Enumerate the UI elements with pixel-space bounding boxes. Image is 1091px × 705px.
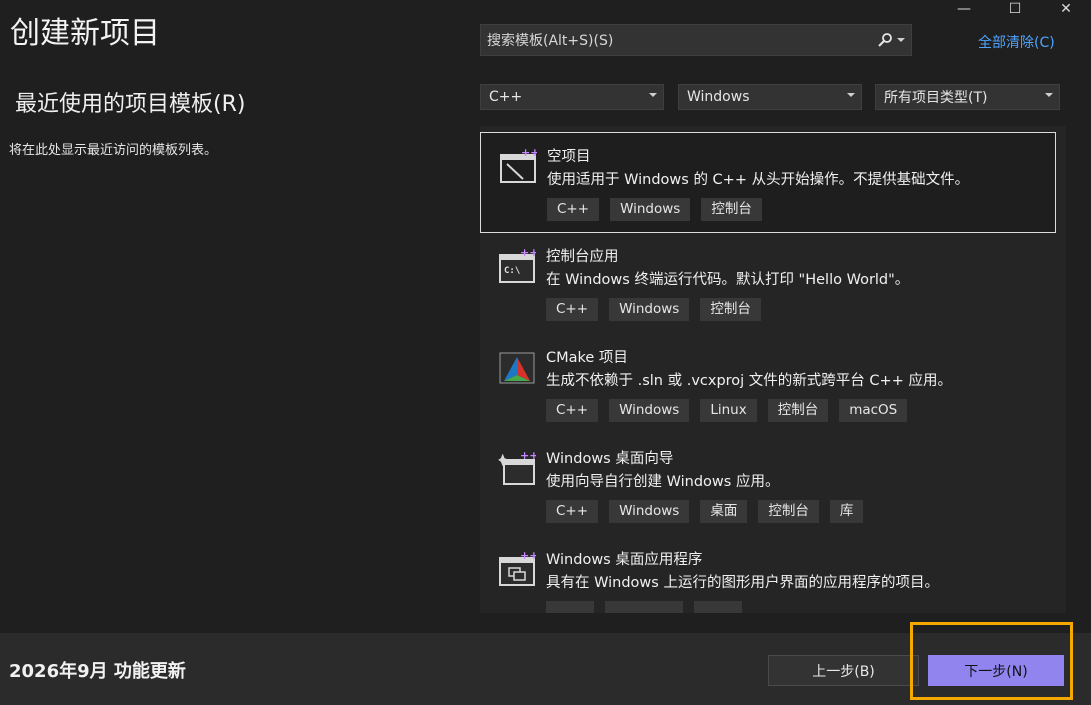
console-app-icon: C:\ ++ — [499, 248, 536, 283]
template-item-empty-project[interactable]: ++ 空项目 使用适用于 Windows 的 C++ 从头开始操作。不提供基础文… — [480, 132, 1056, 233]
template-item-desktop-wizard[interactable]: ++ Windows 桌面向导 使用向导自行创建 Windows 应用。 C++… — [480, 435, 1056, 536]
template-description: 生成不依赖于 .sln 或 .vcxproj 文件的新式跨平台 C++ 应用。 — [546, 373, 952, 389]
clear-all-link[interactable]: 全部清除(C) — [978, 32, 1055, 52]
tag-placeholder — [546, 601, 594, 613]
platform-filter-value: Windows — [687, 89, 750, 105]
minimize-button[interactable]: — — [944, 0, 984, 18]
recent-empty-message: 将在此处显示最近访问的模板列表。 — [9, 143, 218, 158]
template-item-console-app[interactable]: C:\ ++ 控制台应用 在 Windows 终端运行代码。默认打印 "Hell… — [480, 233, 1056, 334]
template-description: 在 Windows 终端运行代码。默认打印 "Hello World"。 — [546, 272, 910, 288]
svg-text:++: ++ — [520, 248, 536, 259]
desktop-app-icon: ++ — [499, 551, 536, 586]
language-filter-value: C++ — [489, 89, 523, 105]
search-input[interactable]: 搜索模板(Alt+S)(S) — [480, 24, 912, 56]
template-item-desktop-app[interactable]: ++ Windows 桌面应用程序 具有在 Windows 上运行的图形用户界面… — [480, 536, 1056, 613]
svg-text:++: ++ — [520, 450, 536, 462]
feature-update-label: 2026年9月 功能更新 — [9, 661, 186, 682]
maximize-button[interactable]: ☐ — [995, 0, 1035, 18]
search-placeholder: 搜索模板(Alt+S)(S) — [487, 33, 614, 49]
template-name: 空项目 — [547, 149, 591, 165]
chevron-down-icon[interactable] — [897, 37, 905, 43]
template-description: 具有在 Windows 上运行的图形用户界面的应用程序的项目。 — [546, 575, 939, 591]
template-name: CMake 项目 — [546, 350, 628, 366]
svg-text:++: ++ — [521, 148, 537, 159]
template-item-cmake[interactable]: CMake 项目 生成不依赖于 .sln 或 .vcxproj 文件的新式跨平台… — [480, 334, 1056, 435]
tag-cpp: C++ — [546, 500, 599, 523]
cmake-icon — [499, 352, 535, 384]
tag-console: 控制台 — [700, 298, 761, 321]
svg-text:++: ++ — [520, 551, 536, 562]
tag-cpp: C++ — [546, 298, 599, 321]
recent-templates-heading: 最近使用的项目模板(R) — [15, 92, 246, 117]
tag-windows: Windows — [609, 500, 690, 523]
template-name: Windows 桌面应用程序 — [546, 552, 703, 568]
next-button-highlight — [910, 622, 1073, 700]
chevron-down-icon — [649, 93, 657, 97]
tag-macos: macOS — [839, 399, 908, 422]
tag-placeholder — [694, 601, 742, 613]
tag-desktop: 桌面 — [700, 500, 748, 523]
tag-windows: Windows — [610, 198, 691, 221]
tag-library: 库 — [829, 500, 864, 523]
tag-placeholder — [605, 601, 683, 613]
page-title: 创建新项目 — [10, 16, 160, 51]
empty-project-icon: ++ — [500, 148, 537, 183]
tag-windows: Windows — [609, 298, 690, 321]
platform-filter-dropdown[interactable]: Windows — [678, 84, 862, 110]
tag-console: 控制台 — [701, 198, 762, 221]
desktop-wizard-icon: ++ — [498, 450, 536, 485]
tag-console: 控制台 — [767, 399, 829, 422]
chevron-down-icon — [1045, 93, 1053, 97]
template-description: 使用向导自行创建 Windows 应用。 — [546, 474, 780, 490]
project-type-filter-value: 所有项目类型(T) — [884, 90, 988, 106]
back-button[interactable]: 上一步(B) — [768, 655, 919, 686]
language-filter-dropdown[interactable]: C++ — [480, 84, 664, 110]
tag-windows: Windows — [609, 399, 690, 422]
template-list[interactable]: ++ 空项目 使用适用于 Windows 的 C++ 从头开始操作。不提供基础文… — [480, 126, 1066, 613]
project-type-filter-dropdown[interactable]: 所有项目类型(T) — [875, 84, 1060, 110]
svg-text:C:\: C:\ — [504, 266, 520, 276]
tag-linux: Linux — [700, 399, 757, 422]
close-button[interactable]: ✕ — [1046, 0, 1086, 18]
chevron-down-icon — [847, 93, 855, 97]
search-icon[interactable] — [877, 32, 893, 48]
template-description: 使用适用于 Windows 的 C++ 从头开始操作。不提供基础文件。 — [547, 172, 970, 188]
tag-console: 控制台 — [758, 500, 819, 523]
tag-cpp: C++ — [547, 198, 600, 221]
template-name: 控制台应用 — [546, 249, 619, 265]
template-name: Windows 桌面向导 — [546, 451, 674, 467]
tag-cpp: C++ — [546, 399, 599, 422]
